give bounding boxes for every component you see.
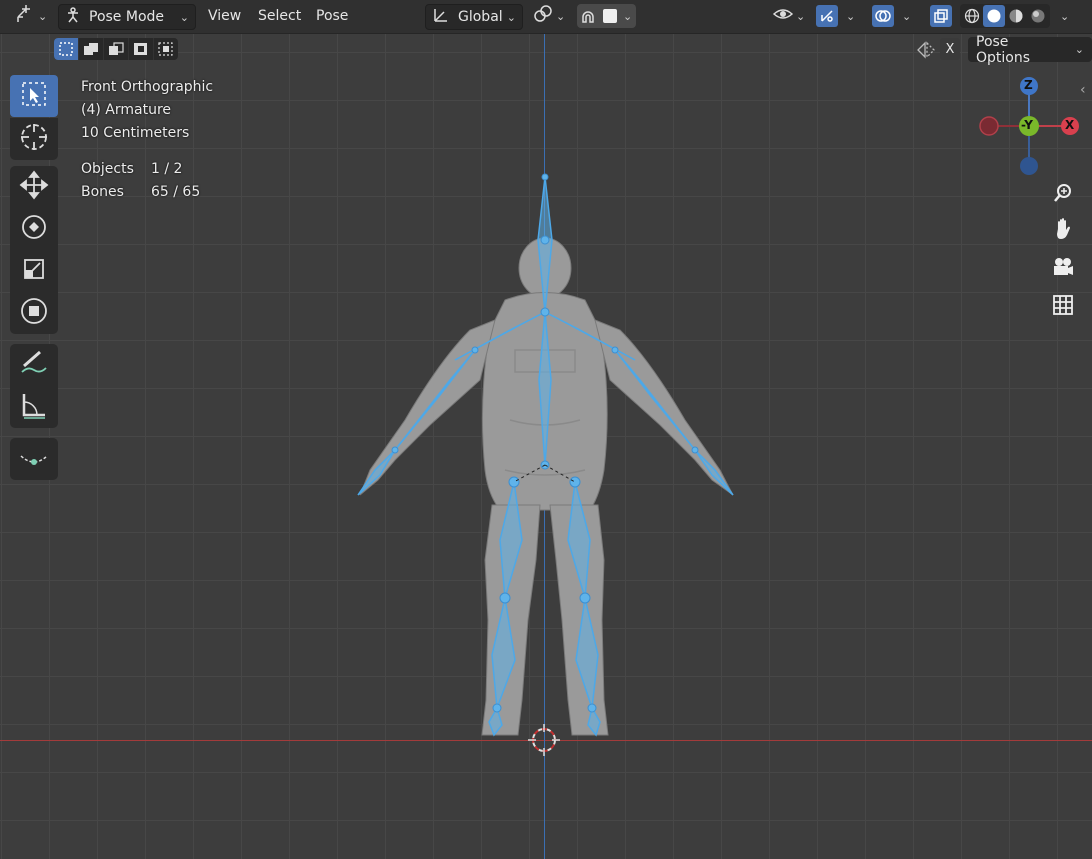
- snap-element-icon: [599, 5, 621, 27]
- chevron-down-icon: ⌄: [38, 9, 48, 23]
- snap-toggle[interactable]: ⌄: [577, 4, 637, 28]
- grid-icon: [1052, 294, 1074, 320]
- select-box-tool[interactable]: [10, 75, 58, 117]
- select-box-icon: [20, 80, 48, 112]
- mode-dropdown[interactable]: Pose Mode ⌄: [58, 4, 196, 30]
- wireframe-shading-icon[interactable]: [961, 5, 983, 27]
- bones-value: 65 / 65: [151, 184, 201, 200]
- gizmo-z-label: Z: [1024, 78, 1033, 92]
- pan-icon: [1052, 217, 1074, 245]
- scale-icon: [19, 254, 49, 288]
- chevron-down-icon: ⌄: [506, 10, 516, 24]
- measure-tool[interactable]: [10, 386, 58, 428]
- view-name: Front Orthographic: [81, 79, 214, 95]
- shading-options-dropdown[interactable]: ⌄: [1060, 4, 1069, 28]
- menu-pose[interactable]: Pose: [310, 4, 354, 28]
- pivot-icon: [532, 4, 554, 28]
- viewport-info-overlay: Front Orthographic (4) Armature 10 Centi…: [81, 76, 213, 204]
- mode-label: Pose Mode: [89, 9, 165, 25]
- neg-x-axis-handle: [979, 116, 999, 136]
- menu-view[interactable]: View: [202, 4, 247, 28]
- select-new-icon[interactable]: [54, 38, 79, 60]
- transform-orientation-dropdown[interactable]: Global ⌄: [425, 4, 523, 30]
- material-shading-icon[interactable]: [1005, 5, 1027, 27]
- solid-shading-icon[interactable]: [983, 5, 1005, 27]
- annotate-icon: [18, 348, 50, 382]
- move-tool[interactable]: [10, 166, 58, 208]
- bones: [357, 176, 734, 737]
- snap-icon: [577, 5, 599, 27]
- move-icon: [19, 170, 49, 204]
- select-intersect-icon[interactable]: [154, 38, 178, 60]
- camera-icon: [1051, 256, 1075, 282]
- 3d-cursor: [528, 724, 560, 756]
- bones-label: Bones: [81, 184, 124, 200]
- objects-value: 1 / 2: [151, 161, 183, 177]
- pan-button[interactable]: [1046, 214, 1080, 248]
- chevron-down-icon: ⌄: [796, 9, 806, 23]
- menu-select[interactable]: Select: [252, 4, 307, 28]
- x-mirror-button[interactable]: X: [940, 38, 960, 60]
- scale-tool[interactable]: [10, 250, 58, 292]
- overlay-icon: [872, 5, 894, 27]
- rotate-tool[interactable]: [10, 208, 58, 250]
- relax-icon: [18, 444, 50, 474]
- rendered-shading-icon[interactable]: [1027, 5, 1049, 27]
- camera-view-button[interactable]: [1046, 252, 1080, 286]
- editor-type-button[interactable]: ⌄: [14, 4, 47, 28]
- transform-icon: [19, 296, 49, 330]
- pose-options-label: Pose Options: [976, 33, 1031, 66]
- grid-scale: 10 Centimeters: [81, 125, 190, 141]
- chevron-down-icon: ⌄: [623, 9, 633, 23]
- editor-type-icon: [14, 5, 36, 27]
- visibility-dropdown[interactable]: ⌄: [772, 4, 805, 28]
- zoom-icon: [1052, 182, 1074, 208]
- select-subtract-icon[interactable]: [104, 38, 129, 60]
- chevron-down-icon: ⌄: [1060, 9, 1070, 23]
- chevron-down-icon: ⌄: [1074, 43, 1084, 56]
- annotate-tool[interactable]: [10, 344, 58, 386]
- gizmo-toggle[interactable]: ⌄: [816, 4, 855, 28]
- select-extend-icon[interactable]: [79, 38, 104, 60]
- selection-mode-group: [54, 38, 178, 60]
- transform-tool[interactable]: [10, 292, 58, 334]
- orientation-label: Global: [458, 9, 503, 25]
- objects-label: Objects: [81, 161, 134, 177]
- chevron-down-icon: ⌄: [902, 9, 912, 23]
- chevron-down-icon: ⌄: [179, 10, 189, 24]
- cursor-tool[interactable]: [10, 118, 58, 160]
- chevron-down-icon: ⌄: [556, 9, 566, 23]
- pose-options-dropdown[interactable]: Pose Options ⌄: [968, 34, 1092, 66]
- ortho-toggle-button[interactable]: [1046, 290, 1080, 324]
- measure-icon: [19, 390, 49, 424]
- xray-icon: [930, 5, 952, 27]
- active-object-name: (4) Armature: [81, 102, 172, 118]
- bones-stat-row: Bones 65 / 65: [81, 181, 213, 204]
- select-invert-icon[interactable]: [129, 38, 154, 60]
- objects-stat-row: Objects 1 / 2: [81, 158, 213, 181]
- orientation-icon: [432, 6, 450, 28]
- rotate-icon: [19, 212, 49, 246]
- gizmo-neg-y-label: -Y: [1021, 118, 1033, 132]
- gizmo-x-label: X: [1065, 118, 1075, 132]
- neg-z-axis-handle: [1020, 157, 1038, 175]
- zoom-button[interactable]: [1046, 178, 1080, 212]
- viewport-header: ⌄ Pose Mode ⌄ View Select Pose Global ⌄ …: [0, 0, 1092, 34]
- visibility-icon: [772, 6, 794, 26]
- chevron-down-icon: ⌄: [846, 9, 856, 23]
- xray-toggle[interactable]: [930, 4, 952, 28]
- mirror-icon: [915, 40, 937, 64]
- pivot-dropdown[interactable]: ⌄: [532, 4, 565, 28]
- overlay-toggle[interactable]: ⌄: [872, 4, 911, 28]
- cursor-icon: [19, 122, 49, 156]
- relax-tool[interactable]: [10, 438, 58, 480]
- shading-group: [960, 4, 1050, 28]
- pose-mode-icon: [65, 7, 81, 27]
- gizmo-icon: [816, 5, 838, 27]
